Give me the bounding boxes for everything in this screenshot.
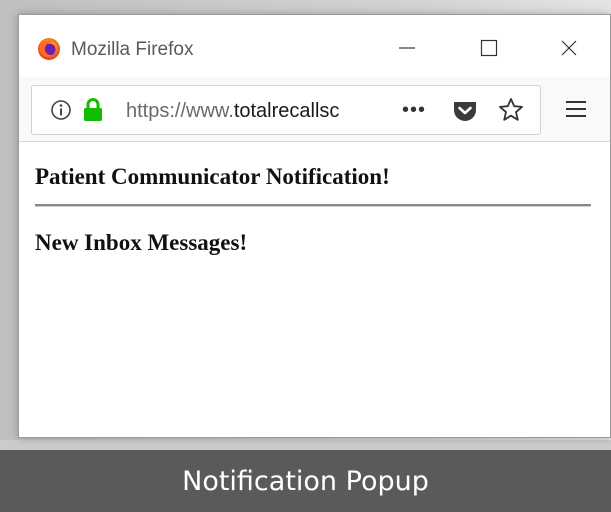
horizontal-rule bbox=[35, 204, 591, 207]
url-text[interactable]: https://www.totalrecallsc bbox=[126, 100, 398, 123]
minimize-icon bbox=[399, 47, 415, 49]
star-icon[interactable] bbox=[497, 96, 525, 129]
close-button[interactable] bbox=[549, 33, 589, 63]
navigation-toolbar: https://www.totalrecallsc ••• bbox=[19, 77, 610, 142]
maximize-button[interactable] bbox=[469, 33, 509, 63]
maximize-icon bbox=[480, 39, 498, 57]
info-icon[interactable] bbox=[50, 99, 72, 126]
minimize-button[interactable] bbox=[387, 33, 427, 63]
firefox-logo-icon bbox=[37, 37, 61, 61]
hamburger-menu-icon[interactable] bbox=[564, 99, 588, 124]
notification-heading: Patient Communicator Notification! bbox=[35, 164, 390, 189]
url-prefix: https://www. bbox=[126, 100, 234, 122]
page-content: Patient Communicator Notification! New I… bbox=[19, 142, 610, 437]
caption-bar: Notification Popup bbox=[0, 450, 611, 512]
url-host: totalrecallsc bbox=[233, 100, 340, 122]
more-dots-icon[interactable]: ••• bbox=[402, 99, 426, 122]
browser-popup-window: Mozilla Firefox https://www.totalrecalls… bbox=[18, 14, 611, 438]
url-bar[interactable]: https://www.totalrecallsc ••• bbox=[31, 85, 541, 135]
inbox-message-heading: New Inbox Messages! bbox=[35, 230, 248, 255]
title-bar[interactable]: Mozilla Firefox bbox=[19, 15, 610, 77]
lock-icon[interactable] bbox=[82, 97, 104, 128]
window-title: Mozilla Firefox bbox=[71, 39, 194, 60]
pocket-icon[interactable] bbox=[452, 99, 478, 128]
caption-text: Notification Popup bbox=[182, 465, 429, 497]
close-icon bbox=[561, 40, 577, 56]
